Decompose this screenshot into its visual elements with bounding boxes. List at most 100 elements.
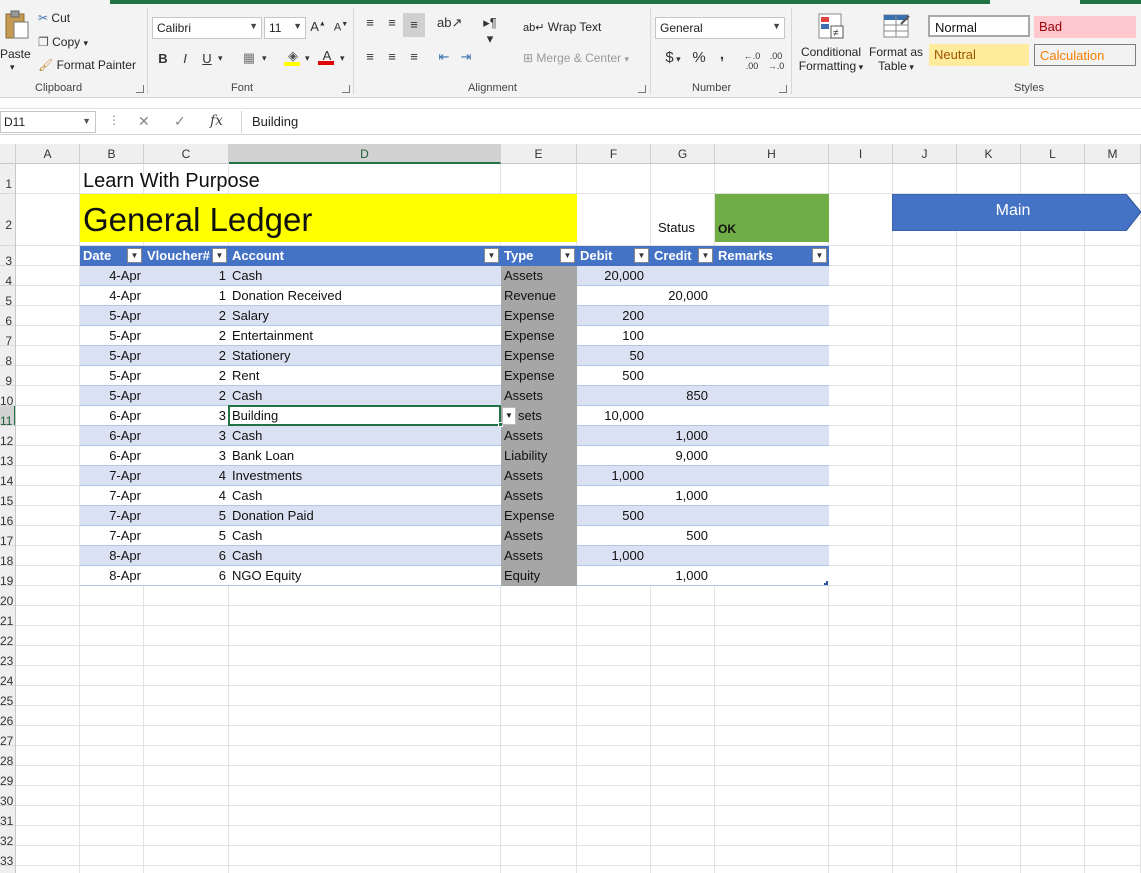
debit-cell[interactable]: 500 bbox=[577, 506, 647, 526]
column-header-f[interactable]: F bbox=[577, 144, 651, 164]
row-header-11[interactable]: 11 bbox=[0, 406, 15, 426]
filter-dropdown-icon[interactable]: ▼ bbox=[698, 248, 713, 263]
row-header-16[interactable]: 16 bbox=[0, 506, 15, 526]
account-cell[interactable]: Salary bbox=[229, 306, 501, 326]
formula-input[interactable]: Building bbox=[241, 111, 1141, 133]
row-header-10[interactable]: 10 bbox=[0, 386, 15, 406]
row-header-28[interactable]: 28 bbox=[0, 746, 15, 766]
row-header-29[interactable]: 29 bbox=[0, 766, 15, 786]
row-header-1[interactable]: 1 bbox=[0, 164, 15, 194]
font-size-combo[interactable]: 11 ▼ bbox=[264, 17, 306, 39]
merge-center-button[interactable]: ⊞ Merge & Center ▾ bbox=[523, 51, 629, 65]
debit-cell[interactable]: 100 bbox=[577, 326, 647, 346]
voucher-cell[interactable]: 1 bbox=[144, 286, 229, 306]
type-cell[interactable]: Revenue bbox=[501, 286, 577, 306]
credit-cell[interactable]: 1,000 bbox=[651, 486, 711, 506]
date-cell[interactable]: 7-Apr bbox=[80, 526, 144, 546]
column-header-l[interactable]: L bbox=[1021, 144, 1085, 164]
name-box[interactable]: D11 ▼ bbox=[0, 111, 96, 133]
row-header-20[interactable]: 20 bbox=[0, 586, 15, 606]
date-cell[interactable]: 6-Apr bbox=[80, 406, 144, 426]
rtl-icon[interactable]: ▸¶ ▾ bbox=[479, 15, 501, 47]
align-center-icon[interactable]: ≡ bbox=[383, 49, 401, 64]
voucher-cell[interactable]: 4 bbox=[144, 466, 229, 486]
voucher-cell[interactable]: 2 bbox=[144, 386, 229, 406]
debit-cell[interactable]: 1,000 bbox=[577, 546, 647, 566]
column-header-h[interactable]: H bbox=[715, 144, 829, 164]
account-cell[interactable]: Cash bbox=[229, 386, 501, 406]
row-header-32[interactable]: 32 bbox=[0, 826, 15, 846]
decrease-decimal-icon[interactable]: .00 →.0 bbox=[766, 51, 786, 71]
filter-dropdown-icon[interactable]: ▼ bbox=[812, 248, 827, 263]
voucher-cell[interactable]: 6 bbox=[144, 546, 229, 566]
credit-cell[interactable]: 500 bbox=[651, 526, 711, 546]
orientation-icon[interactable]: ab↗ bbox=[437, 15, 462, 31]
date-cell[interactable]: 7-Apr bbox=[80, 506, 144, 526]
date-cell[interactable]: 5-Apr bbox=[80, 326, 144, 346]
column-header-e[interactable]: E bbox=[501, 144, 577, 164]
type-cell[interactable]: Expense bbox=[501, 326, 577, 346]
credit-cell[interactable]: 850 bbox=[651, 386, 711, 406]
voucher-cell[interactable]: 2 bbox=[144, 326, 229, 346]
debit-cell[interactable]: 50 bbox=[577, 346, 647, 366]
row-header-23[interactable]: 23 bbox=[0, 646, 15, 666]
account-cell[interactable]: Cash bbox=[229, 526, 501, 546]
date-cell[interactable]: 6-Apr bbox=[80, 426, 144, 446]
credit-cell[interactable]: 1,000 bbox=[651, 426, 711, 446]
currency-button[interactable]: $ ▾ bbox=[660, 49, 686, 66]
italic-button[interactable]: I bbox=[178, 51, 192, 66]
column-header-k[interactable]: K bbox=[957, 144, 1021, 164]
format-as-table-button[interactable]: Format as Table ▾ bbox=[867, 12, 925, 73]
font-name-combo[interactable]: Calibri ▼ bbox=[152, 17, 262, 39]
copy-button[interactable]: ❐ Copy ▾ bbox=[38, 35, 88, 49]
align-top-icon[interactable]: ≡ bbox=[361, 15, 379, 30]
decrease-indent-icon[interactable]: ⇤ bbox=[435, 49, 453, 65]
date-cell[interactable]: 8-Apr bbox=[80, 566, 144, 586]
table-resize-handle-icon[interactable] bbox=[824, 581, 828, 585]
account-cell[interactable]: Stationery bbox=[229, 346, 501, 366]
select-all-corner[interactable] bbox=[0, 144, 16, 164]
account-cell[interactable]: Cash bbox=[229, 266, 501, 286]
type-cell[interactable]: Assets bbox=[501, 546, 577, 566]
paste-button[interactable] bbox=[0, 10, 32, 43]
increase-font-icon[interactable]: A▲ bbox=[310, 19, 326, 34]
style-bad[interactable]: Bad bbox=[1034, 16, 1136, 38]
type-cell[interactable]: Expense bbox=[501, 366, 577, 386]
borders-icon[interactable]: ▦ bbox=[240, 50, 258, 66]
filter-dropdown-icon[interactable]: ▼ bbox=[127, 248, 142, 263]
underline-button[interactable]: U bbox=[200, 51, 214, 66]
fill-color-dropdown-icon[interactable]: ▾ bbox=[305, 53, 310, 64]
type-cell[interactable]: Assets bbox=[501, 486, 577, 506]
filter-dropdown-icon[interactable]: ▼ bbox=[484, 248, 499, 263]
date-cell[interactable]: 8-Apr bbox=[80, 546, 144, 566]
date-cell[interactable]: 5-Apr bbox=[80, 386, 144, 406]
type-cell[interactable]: Expense bbox=[501, 306, 577, 326]
increase-indent-icon[interactable]: ⇥ bbox=[457, 49, 475, 65]
row-header-2[interactable]: 2 bbox=[0, 194, 15, 246]
voucher-cell[interactable]: 3 bbox=[144, 446, 229, 466]
type-cell[interactable]: Assets bbox=[501, 426, 577, 446]
account-cell[interactable]: Investments bbox=[229, 466, 501, 486]
row-header-18[interactable]: 18 bbox=[0, 546, 15, 566]
type-cell[interactable]: Equity bbox=[501, 566, 577, 586]
type-cell[interactable]: Assets bbox=[501, 386, 577, 406]
voucher-cell[interactable]: 2 bbox=[144, 346, 229, 366]
account-cell[interactable]: Bank Loan bbox=[229, 446, 501, 466]
voucher-cell[interactable]: 3 bbox=[144, 426, 229, 446]
column-header-a[interactable]: A bbox=[16, 144, 80, 164]
account-cell[interactable]: Rent bbox=[229, 366, 501, 386]
credit-cell[interactable]: 20,000 bbox=[651, 286, 711, 306]
row-header-3[interactable]: 3 bbox=[0, 246, 15, 266]
font-color-dropdown-icon[interactable]: ▾ bbox=[340, 53, 345, 64]
column-header-c[interactable]: C bbox=[144, 144, 229, 164]
format-painter-button[interactable]: 🖌 Format Painter bbox=[38, 58, 136, 72]
type-cell[interactable]: Assets bbox=[501, 466, 577, 486]
wrap-text-button[interactable]: ab↵ Wrap Text bbox=[523, 20, 601, 34]
row-header-13[interactable]: 13 bbox=[0, 446, 15, 466]
insert-function-icon[interactable]: fx bbox=[210, 113, 223, 129]
type-cell[interactable]: Assets bbox=[501, 266, 577, 286]
cancel-icon[interactable]: ✕ bbox=[138, 113, 150, 130]
filter-dropdown-icon[interactable]: ▼ bbox=[560, 248, 575, 263]
align-bottom-icon[interactable]: ≡ bbox=[403, 13, 425, 37]
style-normal[interactable]: Normal bbox=[928, 15, 1030, 37]
